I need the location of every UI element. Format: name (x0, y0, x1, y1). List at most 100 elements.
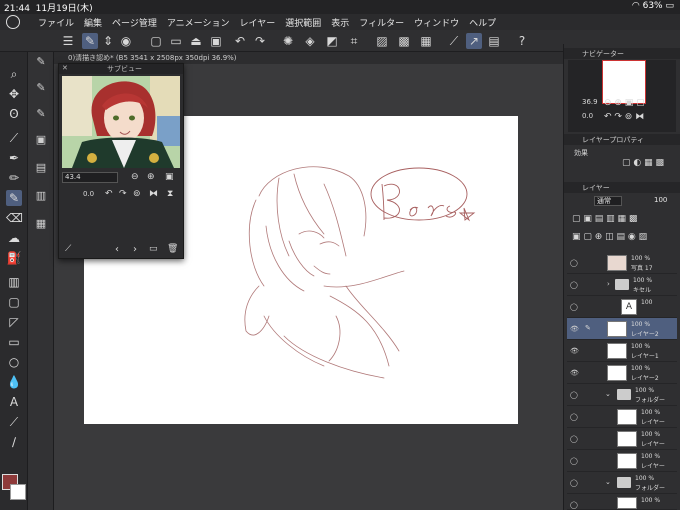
eyedropper-icon[interactable]: ⟋ (65, 244, 71, 254)
menu-filter[interactable]: フィルター (359, 16, 404, 29)
layer-row[interactable]: ◯ 100 % (567, 494, 677, 510)
fill-icon[interactable]: ◈ (302, 33, 318, 49)
drops-icon[interactable]: 💧 (6, 374, 22, 390)
layer-row[interactable]: ◯ 100 % レイヤー (567, 450, 677, 472)
export-icon[interactable]: ▣ (208, 33, 224, 49)
sub-color-swatch[interactable] (10, 484, 26, 500)
help-icon[interactable]: ? (514, 33, 530, 49)
layer-toolbar-icons[interactable]: ▢ ▣ ▤ ▥ ▦ ▩ (572, 214, 637, 224)
next-image-icon[interactable]: › (133, 244, 137, 255)
expand-chevron-icon[interactable]: ⌄ (605, 478, 611, 486)
pen-icon[interactable]: ✒ (6, 150, 22, 166)
transform-icon[interactable]: ✺ (280, 33, 296, 49)
view-icon[interactable]: ◉ (118, 33, 134, 49)
reset-rotation-icon[interactable]: ⊚ (133, 189, 141, 199)
open-folder-icon[interactable]: ▭ (168, 33, 184, 49)
gradient-tool-icon[interactable]: ▥ (6, 274, 22, 290)
text-icon[interactable]: A (6, 394, 22, 410)
visibility-icon[interactable]: 👁 (570, 347, 579, 355)
prev-image-icon[interactable]: ‹ (115, 244, 119, 255)
menu-edit[interactable]: 編集 (84, 16, 102, 29)
layer-row[interactable]: ◯ ⌄ 100 % フォルダー (567, 384, 677, 406)
app-logo-icon[interactable] (6, 15, 20, 29)
fit-icon[interactable]: ▣ (165, 172, 174, 182)
pen-snap-icon[interactable]: ↗ (466, 33, 482, 49)
visibility-icon[interactable]: ◯ (570, 259, 578, 267)
visibility-icon[interactable]: ◯ (570, 391, 578, 399)
visibility-icon[interactable]: ◯ (570, 303, 578, 311)
nav-zoom-controls-icon[interactable]: ⊖ ⊕ ▣ ▢ (604, 98, 645, 108)
layer-property-header[interactable]: レイヤープロパティ (564, 134, 680, 145)
visibility-icon[interactable]: ◯ (570, 457, 578, 465)
eraser-icon[interactable]: ⌫ (6, 210, 23, 226)
crop-icon[interactable]: ⌗ (346, 33, 362, 49)
layer-row[interactable]: ◯ 100 % レイヤー (567, 406, 677, 428)
save-icon[interactable]: ⏏ (188, 33, 204, 49)
expand-chevron-icon[interactable]: › (607, 280, 610, 288)
correction-icon[interactable]: ∕ (6, 434, 22, 450)
ruler-icon[interactable]: ◸ (6, 314, 22, 330)
layer-row[interactable]: ◯ 100 % 写真 17 (567, 252, 677, 274)
expand-chevron-icon[interactable]: ⌄ (605, 390, 611, 398)
nav-rotate-controls-icon[interactable]: ↶ ↷ ⊚ ⧓ (604, 112, 644, 122)
sub-tool-e-icon[interactable]: ▤ (33, 160, 49, 176)
subview-zoom-input[interactable]: 43.4 (62, 172, 118, 183)
reference-image[interactable] (62, 76, 180, 168)
circle-icon[interactable]: ○ (6, 354, 22, 370)
layer-action-icons[interactable]: ▣ ▢ ⊕ ◫ ▤ ◉ ▨ (572, 232, 647, 242)
layer-row-selected[interactable]: 👁 ✎ 100 % レイヤー2 (567, 318, 677, 340)
menu-page[interactable]: ページ管理 (112, 16, 157, 29)
sub-tool-d-icon[interactable]: ▣ (33, 132, 49, 148)
hamburger-icon[interactable]: ☰ (60, 33, 76, 49)
subview-header[interactable]: ✕ サブビュー (59, 64, 183, 74)
edit-tool-icon[interactable]: ✎ (82, 33, 98, 49)
visibility-icon[interactable]: ◯ (570, 435, 578, 443)
ruler-snap-icon[interactable]: ⟋ (446, 33, 462, 49)
menu-animation[interactable]: アニメーション (167, 16, 230, 29)
visibility-icon[interactable]: 👁 (570, 369, 579, 377)
layer-move-icon[interactable]: ⇕ (100, 33, 116, 49)
menu-file[interactable]: ファイル (38, 16, 74, 29)
rotate-right-icon[interactable]: ↷ (119, 189, 127, 199)
layer-row[interactable]: ◯ › 100 % キセル (567, 274, 677, 296)
flip-vertical-icon[interactable]: ⧗ (167, 189, 173, 199)
selection-invert-icon[interactable]: ◩ (324, 33, 340, 49)
gradient-icon[interactable]: ▤ (486, 33, 502, 49)
blend-mode-select[interactable]: 通常 (594, 196, 622, 206)
sub-tool-b-icon[interactable]: ✎ (33, 80, 49, 96)
menu-layer[interactable]: レイヤー (240, 16, 276, 29)
layer-row[interactable]: ◯ A 100 (567, 296, 677, 318)
flip-horizontal-icon[interactable]: ⧓ (149, 189, 158, 199)
sub-tool-a-icon[interactable]: ✎ (33, 54, 49, 70)
layer-row[interactable]: 👁 100 % レイヤー2 (567, 362, 677, 384)
visibility-icon[interactable]: ◯ (570, 501, 578, 509)
rotate-left-icon[interactable]: ↶ (105, 189, 113, 199)
balloon-icon[interactable]: ⟋ (6, 414, 22, 430)
zoom-out-icon[interactable]: ⊖ (131, 172, 139, 182)
copy-icon[interactable]: ▦ (418, 33, 434, 49)
layer-row[interactable]: ◯ ⌄ 100 % フォルダー (567, 472, 677, 494)
new-canvas-icon[interactable]: ▢ (148, 33, 164, 49)
visibility-icon[interactable]: ◯ (570, 281, 578, 289)
redo-icon[interactable]: ↷ (252, 33, 268, 49)
delete-image-icon[interactable]: 🗑 (167, 244, 178, 254)
lasso-icon[interactable]: ʘ (6, 106, 22, 122)
cut-icon[interactable]: ▩ (396, 33, 412, 49)
menu-help[interactable]: ヘルプ (469, 16, 496, 29)
layer-row[interactable]: ◯ 100 % レイヤー (567, 428, 677, 450)
menu-view[interactable]: 表示 (331, 16, 349, 29)
blend-icon[interactable]: ☁ (6, 230, 22, 246)
deselect-icon[interactable]: ▨ (374, 33, 390, 49)
menu-selection[interactable]: 選択範囲 (285, 16, 321, 29)
eyedropper-icon[interactable]: ⟋ (6, 130, 22, 146)
layer-opacity[interactable]: 100 (654, 196, 667, 204)
pencil-icon[interactable]: ✏ (6, 170, 22, 186)
navigator-header[interactable]: ナビゲーター (564, 48, 680, 59)
magnifier-icon[interactable]: ⌕ (6, 66, 22, 82)
close-icon[interactable]: ✕ (62, 64, 68, 72)
effect-buttons-icon[interactable]: ▢ ◐ ▦ ▩ (622, 158, 664, 168)
move-icon[interactable]: ✥ (6, 86, 22, 102)
sub-tool-f-icon[interactable]: ▥ (33, 188, 49, 204)
open-image-icon[interactable]: ▭ (149, 244, 158, 254)
menu-window[interactable]: ウィンドウ (414, 16, 459, 29)
